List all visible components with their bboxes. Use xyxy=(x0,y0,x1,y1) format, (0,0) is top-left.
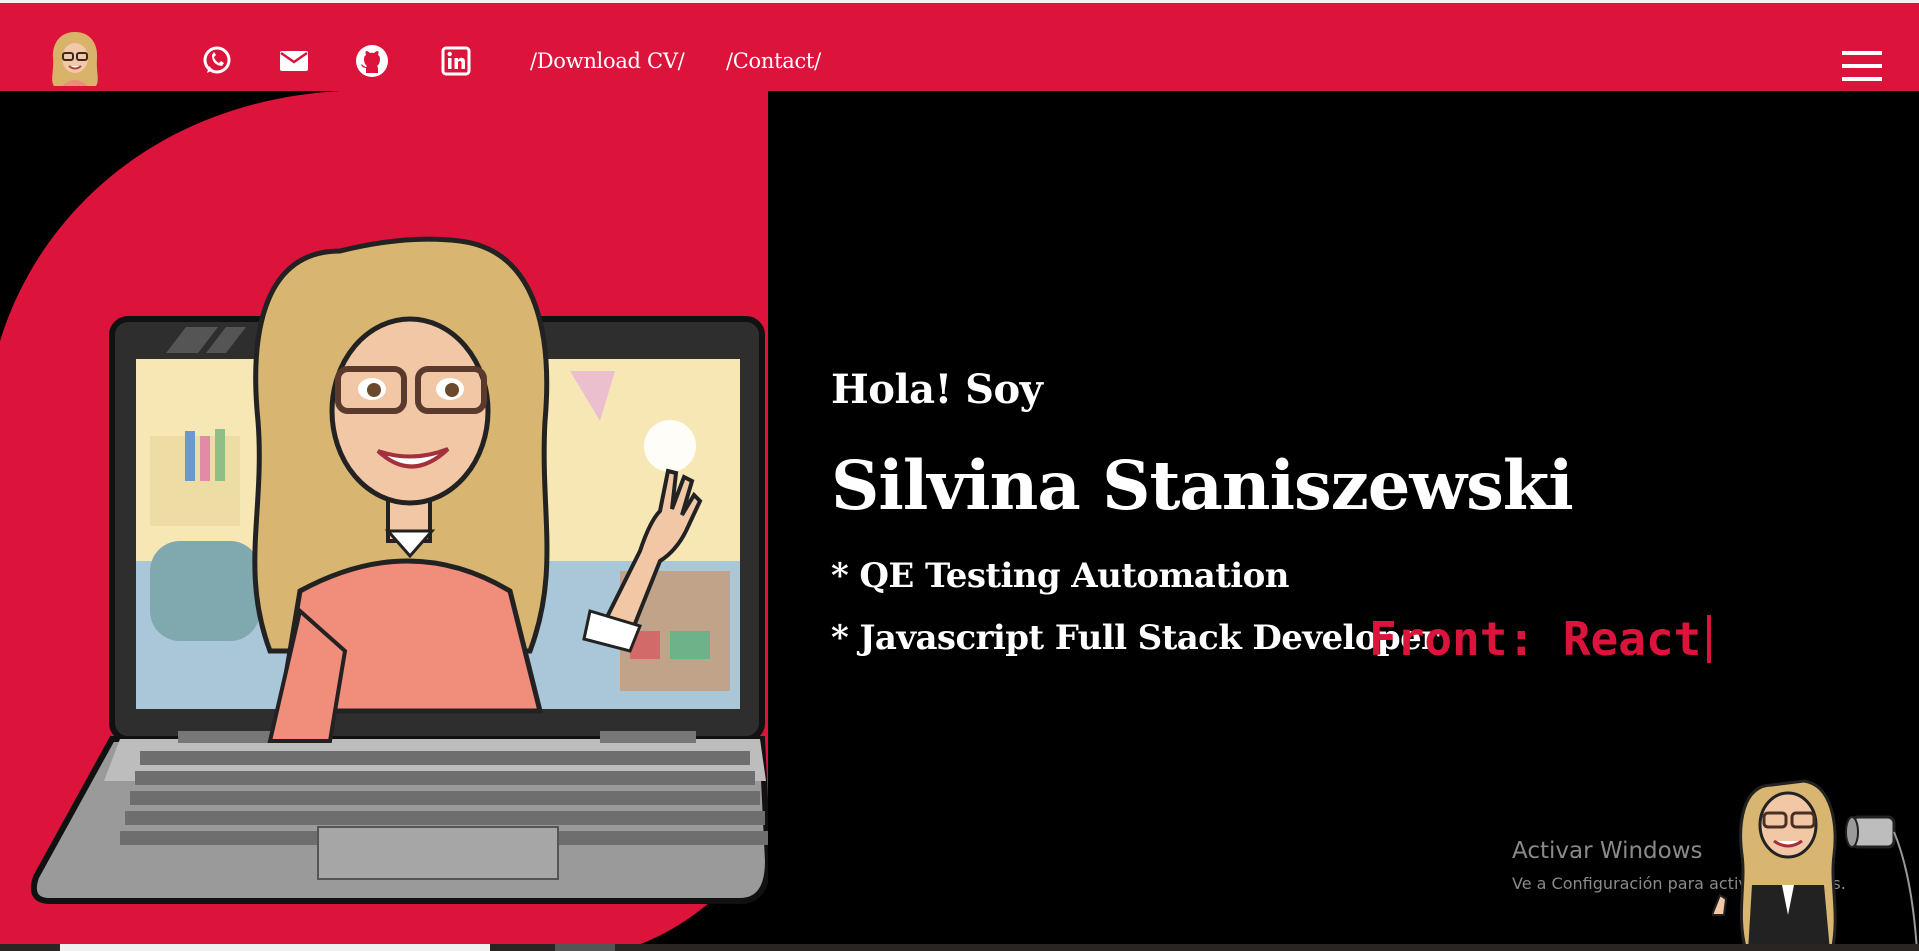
hero-illustration xyxy=(0,91,768,951)
hero-name: Silvina Staniszewski xyxy=(831,446,1574,525)
bottom-strip-segment xyxy=(60,944,490,951)
role-qe: * QE Testing Automation xyxy=(831,556,1289,596)
bottom-strip-segment xyxy=(555,944,615,951)
typed-text: Front: React xyxy=(1369,612,1712,666)
avatar-logo[interactable] xyxy=(44,28,106,90)
bitmoji-can-phone xyxy=(1712,779,1918,951)
linkedin-icon[interactable] xyxy=(438,43,474,79)
contact-link[interactable]: /Contact/ xyxy=(726,49,821,73)
typing-cursor xyxy=(1707,615,1712,663)
whatsapp-icon[interactable] xyxy=(199,43,235,79)
typed-text-value: Front: React xyxy=(1369,612,1702,666)
role-fullstack: * Javascript Full Stack Developer xyxy=(831,618,1439,658)
greeting: Hola! Soy xyxy=(831,366,1043,413)
navbar: /Download CV/ /Contact/ xyxy=(0,3,1919,91)
github-icon[interactable] xyxy=(354,43,390,79)
download-cv-link[interactable]: /Download CV/ xyxy=(530,49,685,73)
hamburger-menu-icon[interactable] xyxy=(1842,51,1882,83)
email-icon[interactable] xyxy=(276,43,312,79)
bottom-scroll-strip xyxy=(0,944,1919,951)
hero-red-shape xyxy=(0,91,768,951)
